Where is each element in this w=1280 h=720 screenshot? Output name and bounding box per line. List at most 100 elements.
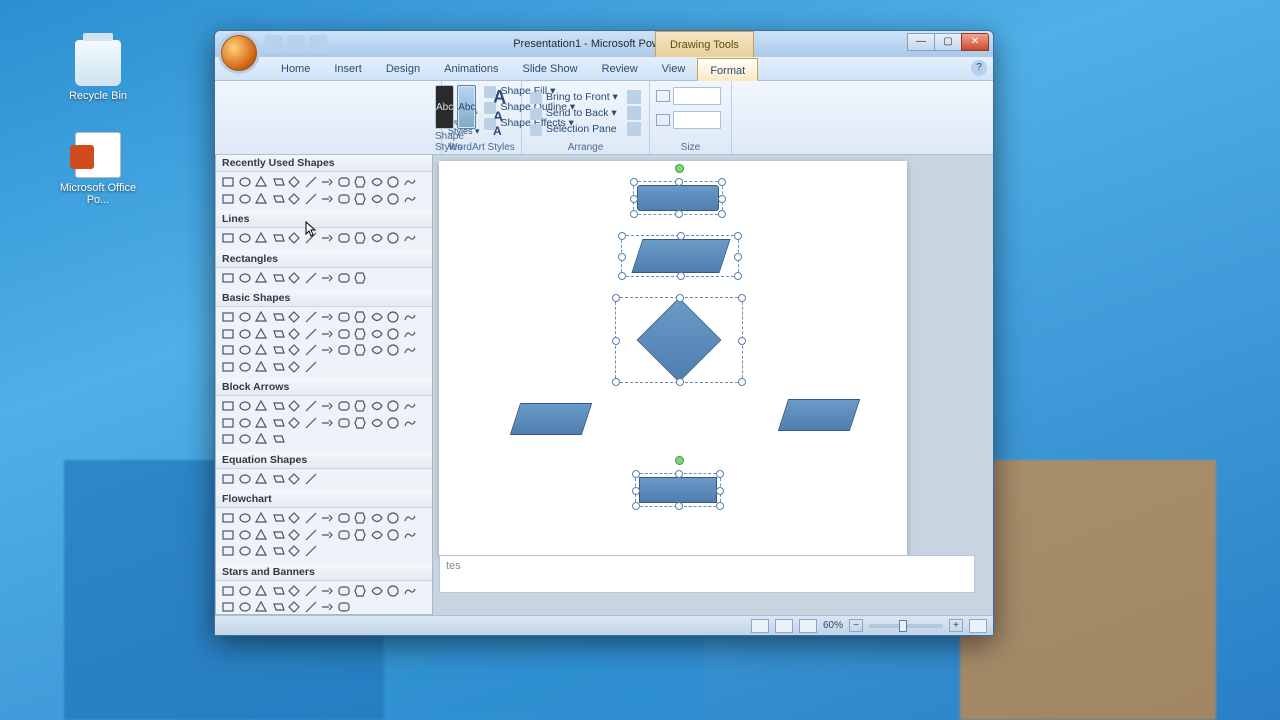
shape-gallery-item[interactable]	[319, 398, 336, 415]
shape-gallery-item[interactable]	[303, 415, 320, 432]
office-button[interactable]	[221, 35, 257, 71]
selection-pane-button[interactable]: Selection Pane	[528, 122, 622, 136]
shape-gallery-item[interactable]	[352, 415, 369, 432]
shape-gallery-item[interactable]	[336, 599, 353, 614]
shape-gallery-item[interactable]	[286, 415, 303, 432]
shape-gallery-item[interactable]	[286, 398, 303, 415]
shape-gallery-item[interactable]	[303, 359, 320, 376]
shape-gallery-item[interactable]	[220, 270, 237, 287]
shape-gallery-item[interactable]	[253, 527, 270, 544]
shape-gallery-item[interactable]	[352, 326, 369, 343]
view-normal-button[interactable]	[751, 619, 769, 633]
shape-gallery-item[interactable]	[336, 583, 353, 600]
shape-gallery-item[interactable]	[253, 543, 270, 560]
shape-gallery-item[interactable]	[253, 326, 270, 343]
shape-gallery-item[interactable]	[270, 359, 287, 376]
shape-gallery-item[interactable]	[237, 359, 254, 376]
shape-gallery-item[interactable]	[220, 543, 237, 560]
shape-gallery-item[interactable]	[352, 270, 369, 287]
shape-gallery-item[interactable]	[220, 174, 237, 191]
close-button[interactable]: ✕	[961, 33, 989, 51]
shape-gallery-item[interactable]	[286, 270, 303, 287]
tab-insert[interactable]: Insert	[322, 57, 374, 80]
shape-gallery-item[interactable]	[402, 191, 419, 208]
shape-width-input[interactable]	[673, 111, 721, 129]
shape-gallery-item[interactable]	[319, 415, 336, 432]
shape-gallery-item[interactable]	[402, 174, 419, 191]
shape-gallery-item[interactable]	[253, 398, 270, 415]
shape-gallery-item[interactable]	[237, 471, 254, 488]
shape-gallery-item[interactable]	[286, 230, 303, 247]
shape-gallery-item[interactable]	[319, 191, 336, 208]
shape-gallery-item[interactable]	[237, 326, 254, 343]
minimize-button[interactable]: —	[907, 33, 935, 51]
shape-gallery-item[interactable]	[253, 415, 270, 432]
shape-gallery-item[interactable]	[237, 431, 254, 448]
shape-gallery-item[interactable]	[270, 309, 287, 326]
shape-gallery-item[interactable]	[319, 230, 336, 247]
shape-gallery-item[interactable]	[253, 174, 270, 191]
shape-gallery-item[interactable]	[286, 326, 303, 343]
shape-gallery-item[interactable]	[336, 510, 353, 527]
shape-gallery-item[interactable]	[220, 510, 237, 527]
shape-gallery-item[interactable]	[369, 230, 386, 247]
shape-gallery-item[interactable]	[303, 174, 320, 191]
shape-gallery-item[interactable]	[270, 230, 287, 247]
shape-gallery-item[interactable]	[369, 174, 386, 191]
shape-gallery-item[interactable]	[286, 510, 303, 527]
shape-gallery-item[interactable]	[319, 510, 336, 527]
shape-gallery-item[interactable]	[220, 342, 237, 359]
shape-gallery-item[interactable]	[319, 309, 336, 326]
shape-gallery-item[interactable]	[369, 309, 386, 326]
shape-gallery-item[interactable]	[253, 583, 270, 600]
shape-gallery-item[interactable]	[352, 398, 369, 415]
shape-gallery-item[interactable]	[303, 527, 320, 544]
shape-gallery-item[interactable]	[237, 599, 254, 614]
shape-gallery-item[interactable]	[270, 415, 287, 432]
shape-gallery-item[interactable]	[253, 191, 270, 208]
shape-gallery-item[interactable]	[303, 599, 320, 614]
shape-gallery-item[interactable]	[303, 398, 320, 415]
align-icon[interactable]	[627, 90, 641, 104]
shape-gallery-item[interactable]	[402, 583, 419, 600]
tab-view[interactable]: View	[650, 57, 698, 80]
tab-animations[interactable]: Animations	[432, 57, 510, 80]
shape-gallery-item[interactable]	[253, 359, 270, 376]
shape-gallery-item[interactable]	[253, 230, 270, 247]
rotate-handle-icon-2[interactable]	[675, 456, 684, 465]
rotate-icon[interactable]	[627, 122, 641, 136]
shape-gallery-item[interactable]	[385, 510, 402, 527]
shape-gallery-item[interactable]	[253, 270, 270, 287]
shape-gallery-item[interactable]	[402, 527, 419, 544]
send-to-back-button[interactable]: Send to Back ▾	[528, 106, 622, 120]
tab-slide-show[interactable]: Slide Show	[511, 57, 590, 80]
shape-gallery-item[interactable]	[336, 398, 353, 415]
shape-gallery-item[interactable]	[336, 191, 353, 208]
shape-gallery-item[interactable]	[303, 326, 320, 343]
shape-gallery-item[interactable]	[303, 342, 320, 359]
shape-gallery-item[interactable]	[336, 527, 353, 544]
shape-gallery-item[interactable]	[319, 342, 336, 359]
shape-gallery-item[interactable]	[286, 527, 303, 544]
shape-gallery-item[interactable]	[303, 191, 320, 208]
shape-gallery-item[interactable]	[286, 471, 303, 488]
shape-gallery-item[interactable]	[286, 309, 303, 326]
titlebar[interactable]: Presentation1 - Microsoft PowerPoint Dra…	[215, 31, 993, 57]
shape-gallery-item[interactable]	[270, 191, 287, 208]
shape-gallery-item[interactable]	[253, 431, 270, 448]
shape-gallery-item[interactable]	[319, 326, 336, 343]
slide-area[interactable]: tes	[433, 155, 993, 615]
shape-gallery-item[interactable]	[303, 309, 320, 326]
notes-pane[interactable]: tes	[439, 555, 975, 593]
tab-format[interactable]: Format	[697, 58, 758, 81]
shape-gallery-item[interactable]	[237, 309, 254, 326]
desktop-icon-recycle-bin[interactable]: Recycle Bin	[58, 40, 138, 102]
shape-gallery-item[interactable]	[369, 415, 386, 432]
shape-gallery-item[interactable]	[270, 270, 287, 287]
qat-save-icon[interactable]	[265, 35, 283, 53]
shape-gallery-item[interactable]	[385, 415, 402, 432]
shape-gallery-item[interactable]	[253, 599, 270, 614]
shape-gallery-item[interactable]	[336, 342, 353, 359]
shape-gallery-item[interactable]	[220, 191, 237, 208]
shape-gallery-item[interactable]	[253, 471, 270, 488]
